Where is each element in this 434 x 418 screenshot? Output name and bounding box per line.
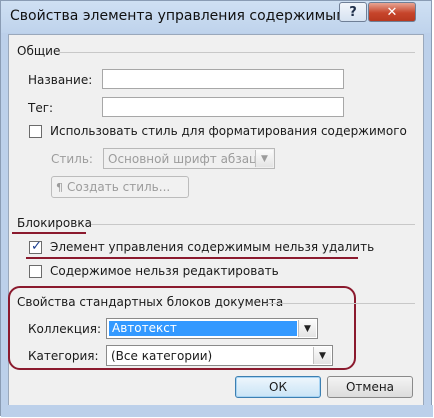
- close-button[interactable]: ✕: [368, 2, 416, 22]
- style-select-arrow[interactable]: ▼: [255, 150, 273, 167]
- cannot-edit-label: Содержимое нельзя редактировать: [50, 264, 279, 278]
- category-label: Категория:: [28, 349, 99, 363]
- gallery-label: Коллекция:: [28, 322, 102, 336]
- locking-group-label: Блокировка: [17, 216, 92, 230]
- title-bar: Свойства элемента управления содержимым …: [1, 1, 431, 33]
- locking-annotation-underline: [12, 232, 86, 234]
- tag-input[interactable]: [102, 97, 344, 117]
- help-icon: ?: [349, 4, 357, 20]
- help-button[interactable]: ?: [339, 2, 367, 22]
- cannot-edit-checkbox[interactable]: [29, 265, 42, 278]
- chevron-down-icon: ▼: [261, 153, 268, 164]
- cannot-delete-checkbox[interactable]: ✓: [29, 239, 42, 254]
- building-blocks-separator: [263, 303, 415, 304]
- general-group-label: Общие: [17, 44, 61, 58]
- content-control-properties-dialog: Свойства элемента управления содержимым …: [0, 0, 433, 417]
- new-style-button[interactable]: ¶ Создать стиль...: [51, 176, 189, 198]
- cancel-button[interactable]: Отмена: [327, 376, 413, 398]
- locking-group-separator: [91, 224, 415, 225]
- ok-button[interactable]: ОК: [235, 376, 321, 398]
- chevron-down-icon: ▼: [304, 323, 311, 334]
- cancel-button-label: Отмена: [345, 380, 395, 394]
- use-style-checkbox[interactable]: [29, 125, 42, 138]
- cannot-delete-label: Элемент управления содержимым нельзя уда…: [50, 240, 375, 254]
- category-select[interactable]: (Все категории) ▼: [106, 345, 333, 366]
- gallery-select[interactable]: Автотекст ▼: [106, 318, 318, 339]
- tag-label: Тег:: [28, 101, 54, 115]
- gallery-select-arrow[interactable]: ▼: [298, 320, 316, 337]
- style-label: Стиль:: [51, 152, 93, 166]
- window-title: Свойства элемента управления содержимым: [10, 8, 347, 24]
- new-style-button-label: Создать стиль...: [67, 180, 171, 194]
- style-select[interactable]: Основной шрифт абзаца ▼: [103, 148, 275, 169]
- use-style-label: Использовать стиль для форматирования со…: [50, 124, 407, 138]
- new-style-icon: ¶: [56, 180, 63, 194]
- category-select-value: (Все категории): [111, 349, 213, 363]
- gallery-select-value: Автотекст: [109, 321, 297, 336]
- checkmark-icon: ✓: [31, 239, 42, 254]
- name-input[interactable]: [102, 69, 344, 89]
- dialog-client-area: Общие Название: Тег: Использовать стиль …: [8, 34, 424, 409]
- category-select-arrow[interactable]: ▼: [313, 347, 331, 364]
- style-select-value: Основной шрифт абзаца: [108, 152, 265, 166]
- building-blocks-group-label: Свойства стандартных блоков документа: [17, 295, 284, 309]
- general-group-separator: [59, 52, 415, 53]
- name-label: Название:: [28, 73, 93, 87]
- close-icon: ✕: [386, 4, 398, 20]
- ok-button-label: ОК: [269, 380, 287, 394]
- chevron-down-icon: ▼: [319, 350, 326, 361]
- cannot-delete-annotation-underline: [26, 257, 358, 259]
- dialog-bottom-border: [1, 405, 433, 417]
